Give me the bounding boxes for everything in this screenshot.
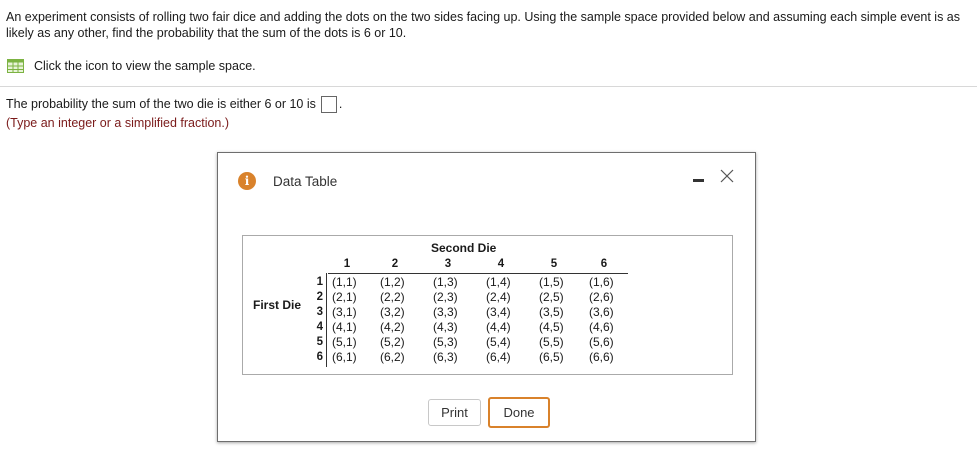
minimize-icon[interactable] (693, 179, 704, 182)
done-button[interactable]: Done (488, 397, 550, 428)
table-cell: (4,1) (332, 320, 357, 334)
table-cell: (3,2) (380, 305, 405, 319)
table-cell: (1,1) (332, 275, 357, 289)
sample-space-table: Second Die First Die 1 2 3 4 5 6 1 (1,1) (1,2) (1… (242, 235, 733, 375)
column-header: 4 (497, 258, 505, 270)
table-cell: (2,5) (539, 290, 564, 304)
row-label: 2 (316, 291, 323, 303)
table-cell: (1,6) (589, 275, 614, 289)
table-cell: (5,2) (380, 335, 405, 349)
table-cell: (3,1) (332, 305, 357, 319)
info-icon: i (238, 172, 256, 190)
close-icon[interactable] (718, 167, 736, 185)
first-die-label: First Die (253, 298, 302, 312)
row-label: 5 (316, 336, 323, 348)
table-cell: (1,4) (486, 275, 511, 289)
table-cell: (6,3) (433, 350, 458, 364)
column-header: 6 (600, 258, 608, 270)
table-cell: (5,3) (433, 335, 458, 349)
row-label: 6 (316, 351, 323, 363)
answer-hint: (Type an integer or a simplified fractio… (6, 116, 230, 130)
row-label: 3 (316, 306, 323, 318)
table-cell: (5,4) (486, 335, 511, 349)
header-rule (328, 273, 628, 274)
divider (0, 86, 977, 87)
table-cell: (2,2) (380, 290, 405, 304)
table-cell: (6,6) (589, 350, 614, 364)
table-cell: (3,5) (539, 305, 564, 319)
dialog-header: i Data Table (238, 172, 337, 190)
table-cell: (2,1) (332, 290, 357, 304)
table-cell: (6,5) (539, 350, 564, 364)
answer-prompt: The probability the sum of the two die i… (6, 97, 316, 111)
table-cell: (5,5) (539, 335, 564, 349)
table-icon[interactable] (7, 59, 24, 73)
answer-period: . (338, 97, 343, 111)
table-cell: (4,3) (433, 320, 458, 334)
column-header: 5 (550, 258, 558, 270)
column-header: 2 (391, 258, 399, 270)
table-cell: (6,1) (332, 350, 357, 364)
table-cell: (4,6) (589, 320, 614, 334)
row-label: 1 (316, 276, 323, 288)
table-cell: (5,1) (332, 335, 357, 349)
table-cell: (5,6) (589, 335, 614, 349)
table-cell: (1,3) (433, 275, 458, 289)
sample-space-link-row[interactable]: Click the icon to view the sample space. (7, 58, 256, 74)
table-cell: (6,2) (380, 350, 405, 364)
table-cell: (2,6) (589, 290, 614, 304)
sample-space-link-text[interactable]: Click the icon to view the sample space. (34, 59, 256, 73)
table-cell: (3,6) (589, 305, 614, 319)
row-label-rule (326, 273, 327, 367)
answer-input[interactable] (320, 95, 337, 113)
print-button[interactable]: Print (428, 399, 481, 426)
table-cell: (4,2) (380, 320, 405, 334)
table-cell: (1,5) (539, 275, 564, 289)
table-cell: (6,4) (486, 350, 511, 364)
table-cell: (3,3) (433, 305, 458, 319)
table-cell: (1,2) (380, 275, 405, 289)
table-cell: (2,4) (486, 290, 511, 304)
column-header: 3 (444, 258, 452, 270)
row-label: 4 (316, 321, 323, 333)
answer-row: The probability the sum of the two die i… (6, 95, 342, 113)
data-table-dialog: i Data Table Second Die First Die 1 2 3 4 5 6… (217, 152, 756, 442)
dialog-title: Data Table (273, 173, 338, 189)
table-cell: (2,3) (433, 290, 458, 304)
second-die-label: Second Die (431, 241, 497, 255)
table-cell: (4,5) (539, 320, 564, 334)
table-cell: (3,4) (486, 305, 511, 319)
question-text: An experiment consists of rolling two fa… (6, 10, 961, 40)
table-cell: (4,4) (486, 320, 511, 334)
column-header: 1 (343, 258, 351, 270)
